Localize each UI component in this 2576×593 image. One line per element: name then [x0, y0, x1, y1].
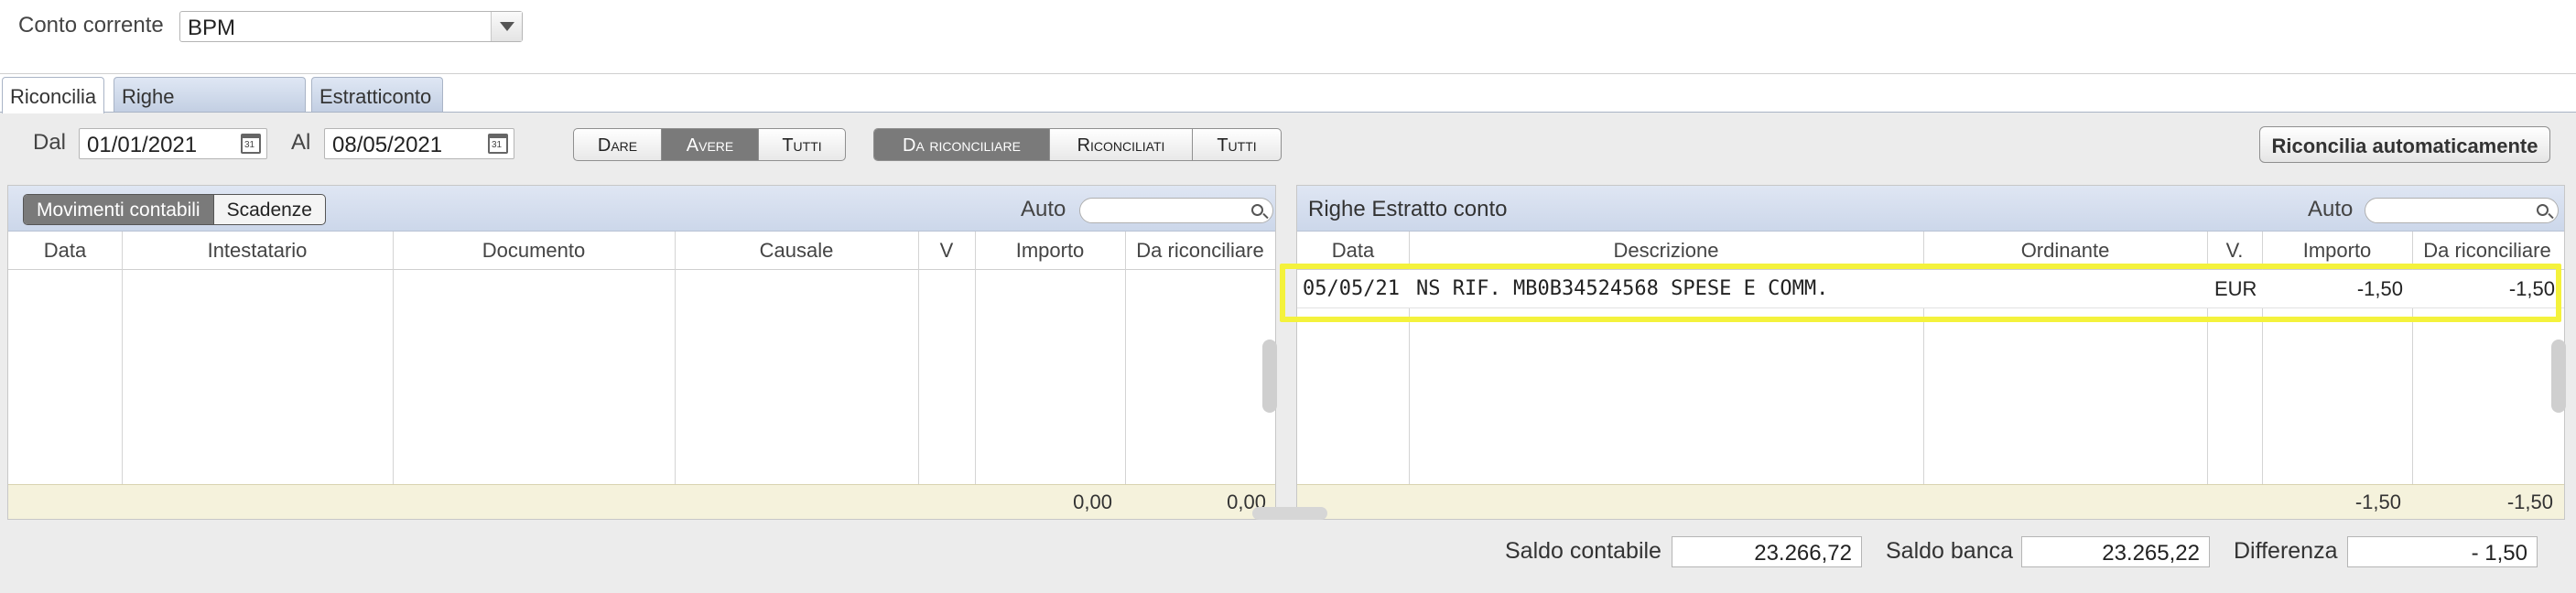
scrollbar-thumb[interactable]	[1262, 340, 1277, 413]
panel-header: Movimenti contabili Scadenze Auto	[8, 186, 1275, 232]
search-input[interactable]	[1079, 198, 1273, 223]
col-importo[interactable]: Importo	[2262, 239, 2412, 263]
col-da-riconciliare[interactable]: Da riconciliare	[1125, 239, 1275, 263]
col-descrizione[interactable]: Descrizione	[1409, 239, 1923, 263]
scrollbar-thumb[interactable]	[2551, 340, 2566, 413]
scadenze-button[interactable]: Scadenze	[214, 195, 325, 224]
saldo-banca-field: 23.265,22	[2021, 536, 2210, 567]
riconciliati-button[interactable]: Riconciliati	[1050, 129, 1193, 160]
saldo-contabile-label: Saldo contabile	[1505, 538, 1661, 564]
saldo-contabile-field: 23.266,72	[1672, 536, 1862, 567]
calendar-icon[interactable]	[488, 134, 508, 154]
column-divider	[918, 232, 919, 486]
panel-title: Righe Estratto conto	[1308, 197, 1508, 221]
estratto-panel: Righe Estratto conto Auto Data Descrizio…	[1296, 185, 2566, 520]
movement-type-segment: Dare Avere Tutti	[573, 128, 846, 161]
auto-search-label: Auto	[2308, 197, 2354, 221]
auto-search-label: Auto	[1021, 197, 1066, 221]
account-select[interactable]: BPM	[179, 11, 523, 42]
search-input[interactable]	[2365, 198, 2559, 223]
col-causale[interactable]: Causale	[675, 239, 918, 263]
to-date-value: 08/05/2021	[332, 133, 443, 157]
tab-righe-riconciliazioni[interactable]: Righe riconciliazioni	[114, 77, 306, 132]
differenza-label: Differenza	[2234, 538, 2338, 564]
column-divider	[122, 232, 123, 486]
saldo-contabile-value: 23.266,72	[1754, 541, 1852, 566]
account-label: Conto corrente	[18, 13, 164, 38]
table-header: Data Intestatario Documento Causale V Im…	[8, 232, 1275, 270]
col-intestatario[interactable]: Intestatario	[122, 239, 393, 263]
col-v[interactable]: V	[918, 239, 975, 263]
col-data[interactable]: Data	[8, 239, 122, 263]
chevron-down-icon[interactable]	[491, 12, 522, 41]
movimenti-panel: Movimenti contabili Scadenze Auto Data I…	[7, 185, 1277, 520]
dare-button[interactable]: Dare	[574, 129, 662, 160]
col-ordinante[interactable]: Ordinante	[1923, 239, 2207, 263]
tutti-type-button[interactable]: Tutti	[759, 129, 845, 160]
from-date-field[interactable]: 01/01/2021	[79, 128, 267, 159]
row-highlight	[1280, 264, 2561, 322]
col-da-riconciliare[interactable]: Da riconciliare	[2412, 239, 2562, 263]
saldo-banca-value: 23.265,22	[2102, 541, 2200, 566]
panel-header: Righe Estratto conto Auto	[1297, 186, 2564, 232]
da-riconciliare-button[interactable]: Da riconciliare	[874, 129, 1050, 160]
saldo-banca-label: Saldo banca	[1886, 538, 2014, 564]
col-documento[interactable]: Documento	[393, 239, 675, 263]
col-importo[interactable]: Importo	[975, 239, 1125, 263]
col-valuta[interactable]: V.	[2207, 239, 2262, 263]
footer-importo: -1,50	[2354, 491, 2401, 513]
from-label: Dal	[33, 130, 67, 155]
tab-riconcilia[interactable]: Riconcilia	[2, 77, 104, 113]
movimenti-contabili-button[interactable]: Movimenti contabili	[24, 195, 214, 224]
calendar-icon[interactable]	[241, 134, 261, 154]
to-date-field[interactable]: 08/05/2021	[324, 128, 514, 159]
panel-splitter-handle[interactable]	[1252, 507, 1327, 520]
column-divider	[675, 232, 676, 486]
table-footer: 0,00 0,00	[8, 484, 1275, 519]
auto-reconcile-button[interactable]: Riconcilia automaticamente	[2259, 126, 2550, 163]
column-divider	[393, 232, 394, 486]
footer-importo: 0,00	[1073, 491, 1112, 513]
col-data[interactable]: Data	[1297, 239, 1409, 263]
panel-toggle: Movimenti contabili Scadenze	[23, 194, 326, 225]
table-footer: -1,50 -1,50	[1297, 484, 2564, 519]
search-icon	[1251, 204, 1263, 216]
to-label: Al	[291, 130, 311, 155]
differenza-value: - 1,50	[2471, 541, 2527, 566]
from-date-value: 01/01/2021	[87, 133, 198, 157]
column-divider	[975, 232, 976, 486]
tab-estratticonto[interactable]: Estratticonto	[311, 77, 443, 112]
differenza-field: - 1,50	[2347, 536, 2538, 567]
column-divider	[1125, 232, 1126, 486]
search-icon	[2537, 204, 2549, 216]
avere-button[interactable]: Avere	[662, 129, 759, 160]
account-select-value: BPM	[188, 16, 236, 40]
divider	[0, 73, 2576, 74]
footer-da-riconciliare: 0,00	[1227, 491, 1266, 513]
status-segment: Da riconciliare Riconciliati Tutti	[873, 128, 1282, 161]
footer-da-riconciliare: -1,50	[2506, 491, 2553, 513]
tutti-status-button[interactable]: Tutti	[1193, 129, 1281, 160]
